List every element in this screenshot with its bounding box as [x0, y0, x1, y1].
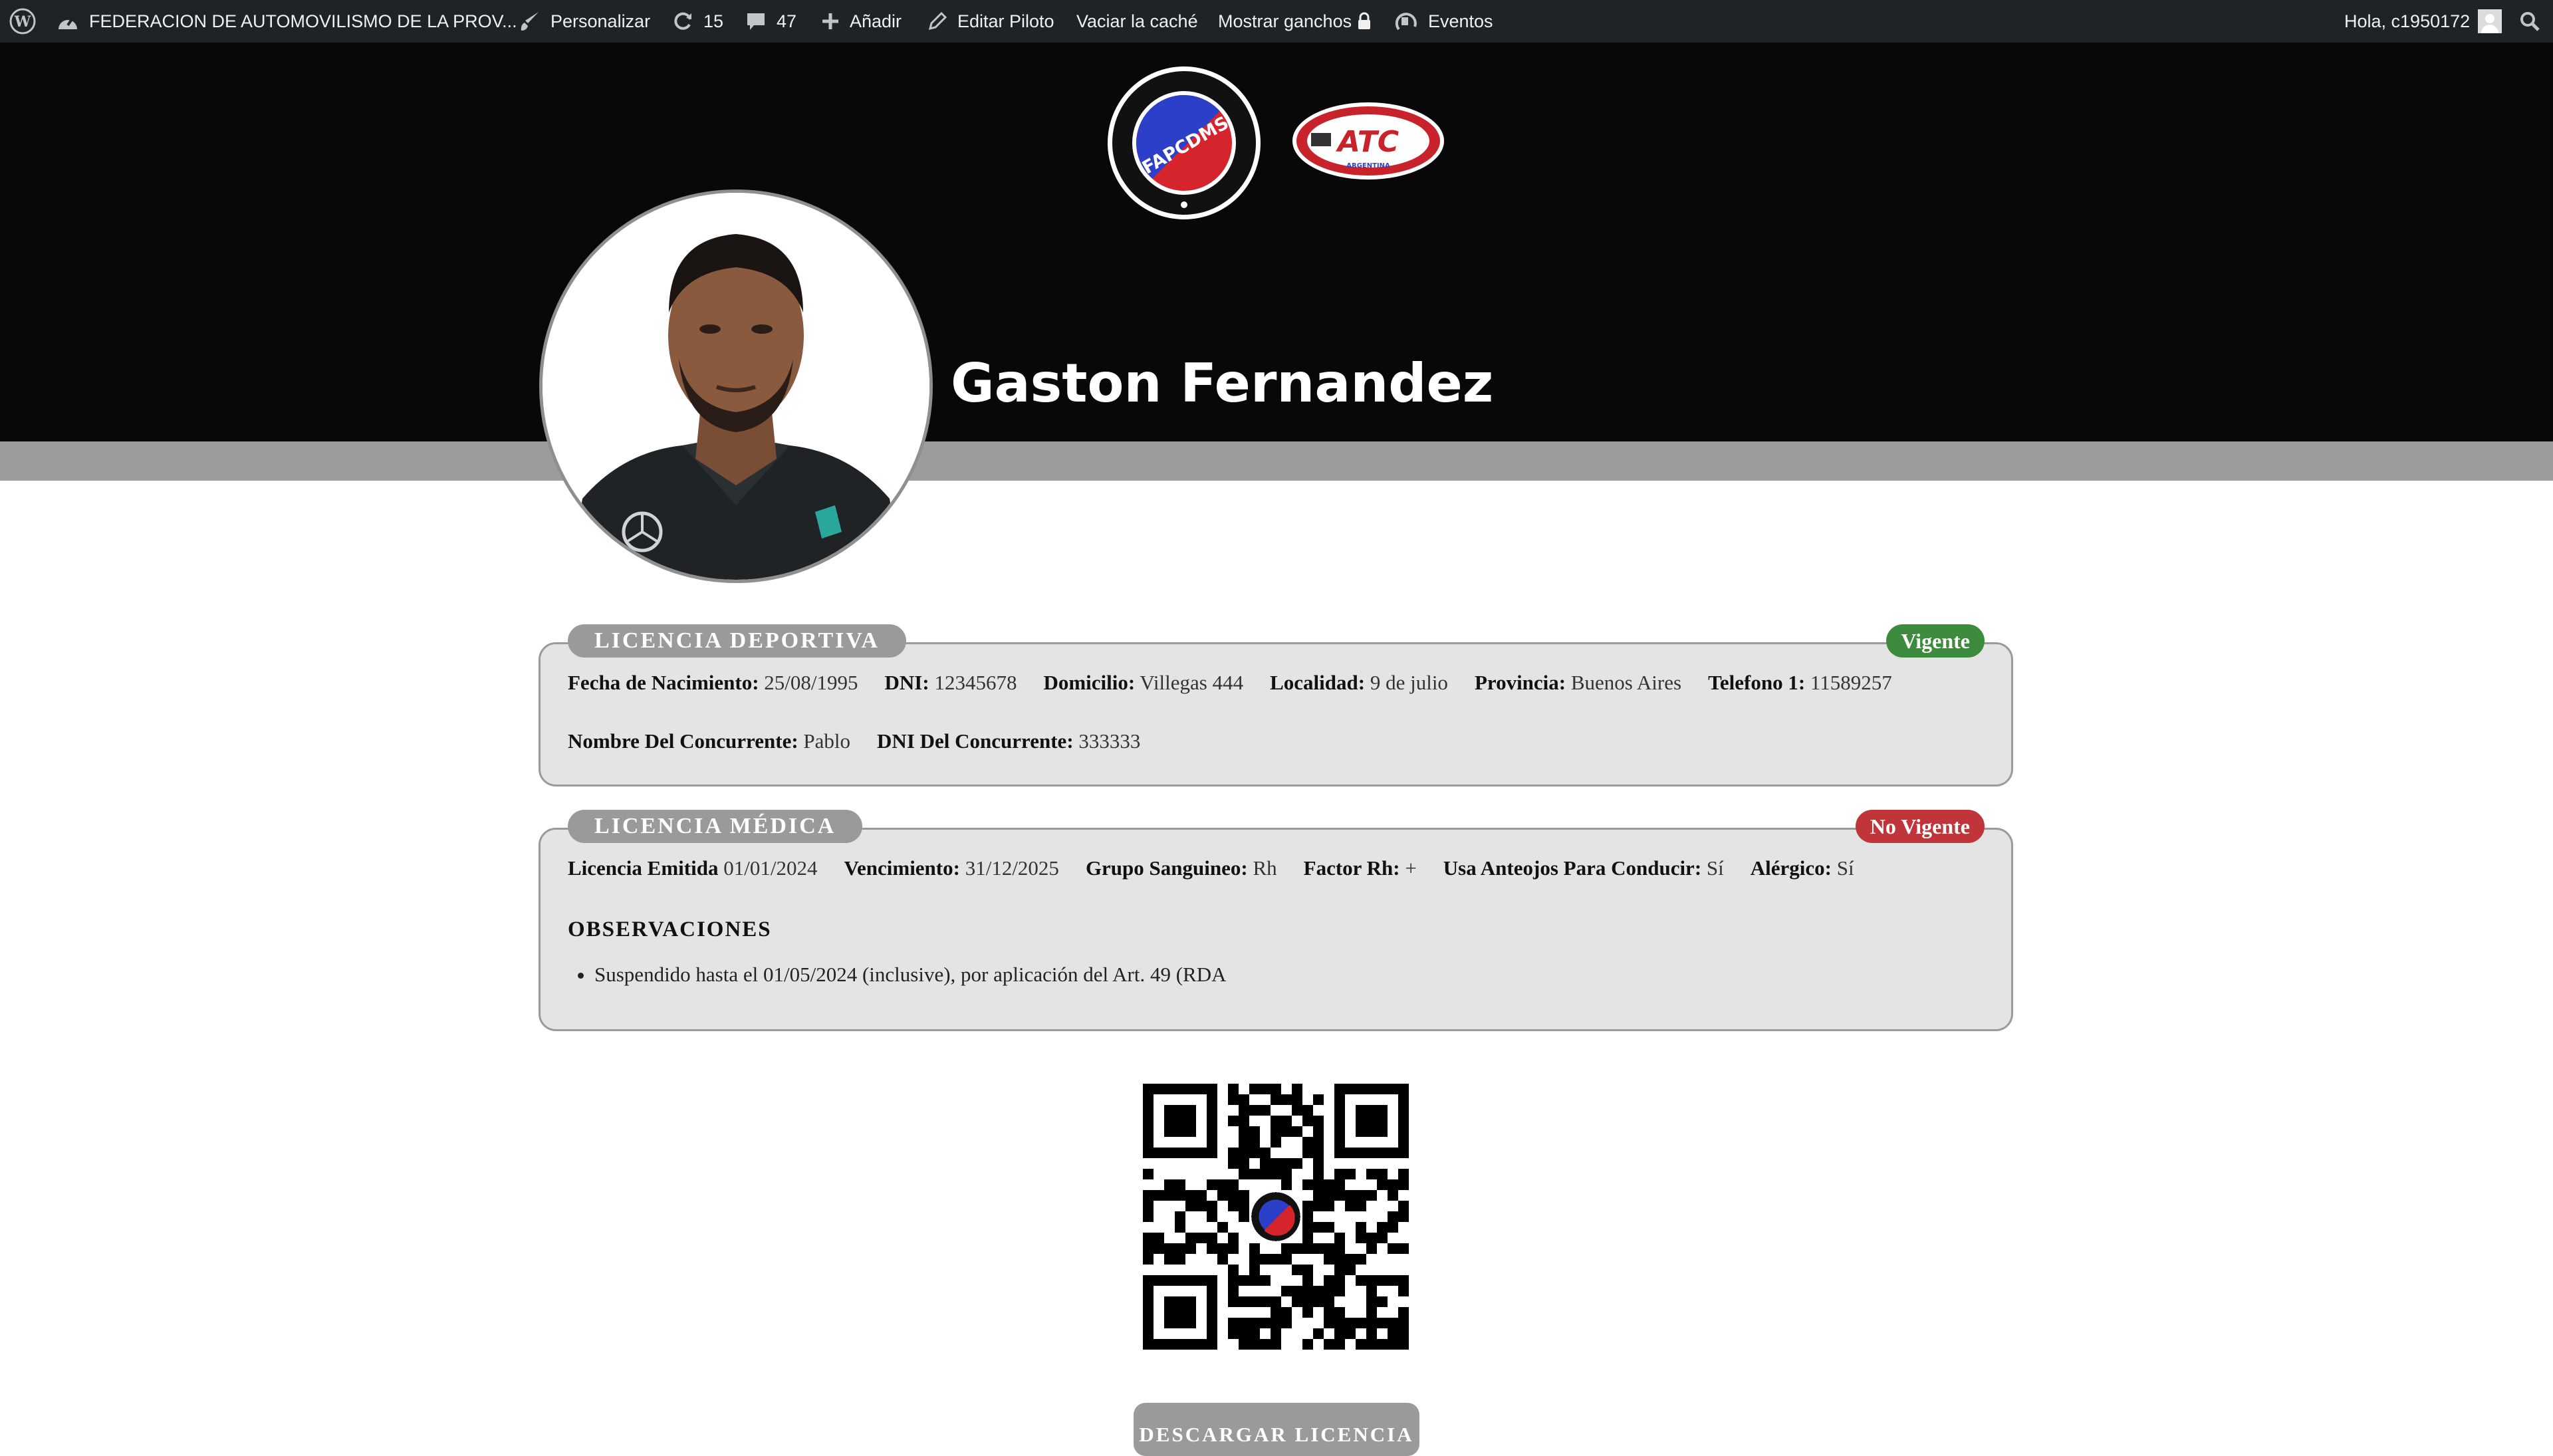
show-hooks-label: Mostrar ganchos [1218, 11, 1352, 31]
updates-link[interactable]: 15 [671, 0, 723, 43]
events-label: Eventos [1428, 11, 1493, 31]
fapcdms-logo: FAPCDMS [1108, 66, 1261, 219]
lock-icon [1358, 12, 1371, 29]
dashboard-icon [59, 16, 77, 29]
licencia-medica-card: LICENCIA MÉDICA No Vigente Licencia Emit… [539, 810, 2013, 1031]
deportiva-row-2: Nombre Del Concurrente: Pablo DNI Del Co… [568, 729, 1140, 753]
field-grupo-sanguineo: Grupo Sanguineo: Rh [1085, 856, 1277, 880]
licencia-medica-title: LICENCIA MÉDICA [568, 810, 863, 843]
comments-link[interactable]: 47 [745, 0, 796, 43]
atc-logo: ATC ARGENTINA [1292, 102, 1444, 180]
user-account-menu[interactable]: Hola, c1950172 [2344, 0, 2502, 43]
refresh-icon [674, 12, 691, 30]
show-hooks-link[interactable]: Mostrar ganchos [1218, 0, 1372, 43]
medica-row-1: Licencia Emitida 01/01/2024 Vencimiento:… [568, 856, 1854, 880]
field-fecha-nacimiento: Fecha de Nacimiento: 25/08/1995 [568, 671, 858, 694]
field-dni-concurrente: DNI Del Concurrente: 333333 [877, 729, 1141, 753]
edit-pilot-label: Editar Piloto [957, 11, 1054, 31]
pencil-icon [928, 11, 947, 31]
status-badge-vigente: Vigente [1886, 624, 1985, 658]
site-name-menu[interactable]: FEDERACION DE AUTOMOVILISMO DE LA PROV..… [56, 0, 517, 43]
wordpress-logo-icon[interactable]: W [9, 0, 36, 43]
atc-logo-subtext: ARGENTINA [1346, 162, 1390, 170]
field-usa-anteojos: Usa Anteojos Para Conducir: Sí [1443, 856, 1724, 880]
plus-icon [822, 13, 838, 29]
qr-code [1143, 1084, 1409, 1350]
clear-cache-label: Vaciar la caché [1076, 11, 1198, 31]
field-alergico: Alérgico: Sí [1750, 856, 1854, 880]
field-nombre-concurrente: Nombre Del Concurrente: Pablo [568, 729, 851, 753]
admin-bar: W FEDERACION DE AUTOMOVILISMO DE LA PROV… [0, 0, 2553, 43]
comments-count: 47 [777, 11, 797, 31]
customize-link[interactable]: Personalizar [519, 0, 650, 43]
pilot-portrait-image [543, 193, 929, 580]
atc-logo-text: ATC [1336, 125, 1399, 159]
user-greeting: Hola, c1950172 [2344, 11, 2471, 31]
field-licencia-emitida: Licencia Emitida 01/01/2024 [568, 856, 818, 880]
field-localidad: Localidad: 9 de julio [1270, 671, 1448, 694]
events-link[interactable]: Eventos [1395, 0, 1493, 43]
observacion-item: Suspendido hasta el 01/05/2024 (inclusiv… [594, 963, 1227, 987]
clear-cache-link[interactable]: Vaciar la caché [1076, 0, 1198, 43]
status-badge-no-vigente: No Vigente [1855, 810, 1985, 843]
field-domicilio: Domicilio: Villegas 444 [1043, 671, 1244, 694]
header-divider-band [0, 441, 2553, 481]
add-new-label: Añadir [850, 11, 902, 31]
edit-pilot-link[interactable]: Editar Piloto [927, 0, 1054, 43]
field-provincia: Provincia: Buenos Aires [1474, 671, 1682, 694]
pilot-photo [539, 189, 933, 583]
deportiva-row-1: Fecha de Nacimiento: 25/08/1995 DNI: 123… [568, 671, 1892, 695]
field-factor-rh: Factor Rh: + [1303, 856, 1417, 880]
svg-text:W: W [14, 13, 31, 31]
licencia-deportiva-card: LICENCIA DEPORTIVA Vigente Fecha de Naci… [539, 624, 2013, 787]
comment-icon [747, 13, 765, 30]
field-dni: DNI: 12345678 [884, 671, 1017, 694]
search-icon[interactable] [2518, 0, 2541, 43]
brush-icon [521, 12, 539, 31]
pilot-name: Gaston Fernandez [951, 352, 1494, 414]
field-telefono: Telefono 1: 11589257 [1708, 671, 1892, 694]
licencia-deportiva-title: LICENCIA DEPORTIVA [568, 624, 907, 658]
observaciones-list: Suspendido hasta el 01/05/2024 (inclusiv… [568, 963, 1227, 987]
customize-label: Personalizar [550, 11, 651, 31]
site-name: FEDERACION DE AUTOMOVILISMO DE LA PROV..… [89, 11, 517, 31]
observaciones-heading: OBSERVACIONES [568, 917, 772, 941]
add-new-menu[interactable]: Añadir [820, 0, 902, 43]
download-license-button[interactable]: DESCARGAR LICENCIA [1134, 1403, 1419, 1456]
field-vencimiento: Vencimiento: 31/12/2025 [844, 856, 1059, 880]
user-avatar-icon [2478, 9, 2502, 33]
events-icon [1395, 13, 1417, 31]
updates-count: 15 [703, 11, 724, 31]
